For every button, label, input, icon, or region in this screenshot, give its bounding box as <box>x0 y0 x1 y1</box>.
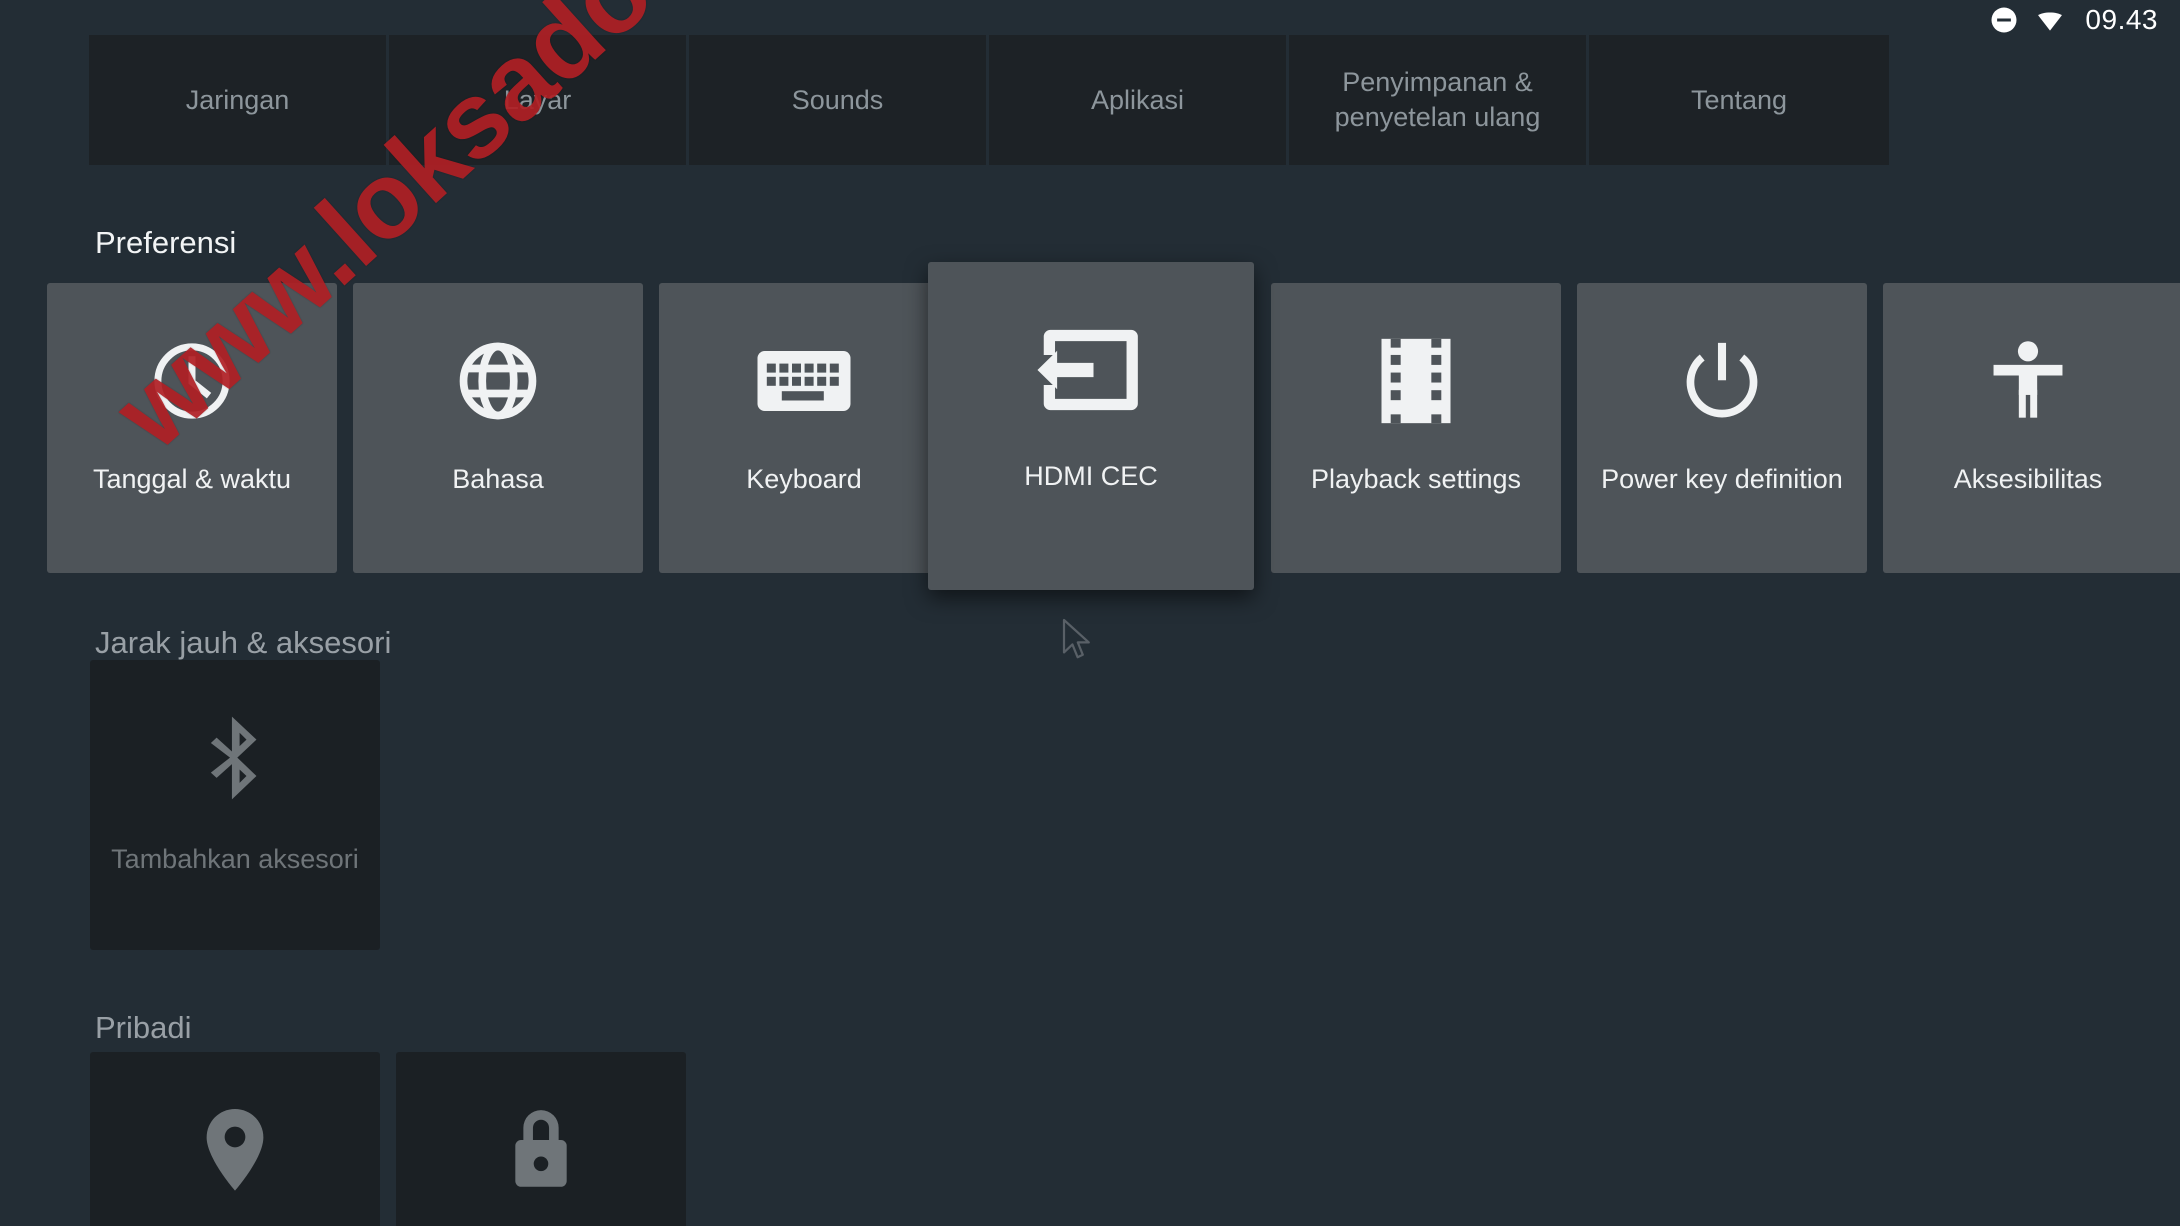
lock-icon <box>505 1104 577 1196</box>
globe-icon <box>454 335 542 427</box>
tab-label: Sounds <box>791 84 884 115</box>
accessibility-icon <box>1984 335 2072 427</box>
tab-aplikasi[interactable]: Aplikasi <box>989 35 1289 165</box>
tile-label: Tanggal & waktu <box>92 464 292 494</box>
remote-accessories-tile-row: Tambahkan aksesori <box>90 660 380 950</box>
tab-label: Layar <box>503 84 572 115</box>
film-strip-icon <box>1377 335 1455 427</box>
tile-keamanan[interactable] <box>396 1052 686 1226</box>
tile-label: Tambahkan aksesori <box>111 844 359 874</box>
tile-tanggal-waktu[interactable]: Tanggal & waktu <box>47 283 337 573</box>
tile-partial-offscreen[interactable] <box>2147 283 2180 573</box>
android-tv-settings-screen: 09.43 Jaringan Layar Sounds Aplikasi Pen… <box>0 0 2180 1226</box>
clock-time: 09.43 <box>2085 4 2158 35</box>
tile-label: HDMI CEC <box>1024 461 1158 491</box>
tile-bahasa[interactable]: Bahasa <box>353 283 643 573</box>
tile-power-key-definition[interactable]: Power key definition <box>1577 283 1867 573</box>
tab-label: Aplikasi <box>1090 84 1185 115</box>
tile-tambahkan-aksesori[interactable]: Tambahkan aksesori <box>90 660 380 950</box>
location-pin-icon <box>197 1104 273 1196</box>
tile-label: Aksesibilitas <box>1953 464 2103 494</box>
tile-label: Power key definition <box>1601 464 1843 494</box>
personal-tile-row <box>90 1052 686 1226</box>
tile-hdmi-cec[interactable]: HDMI CEC <box>928 262 1254 590</box>
clock-icon <box>148 335 236 427</box>
section-header-pribadi: Pribadi <box>95 1010 192 1045</box>
bluetooth-icon <box>197 712 273 804</box>
settings-tab-row: Jaringan Layar Sounds Aplikasi Penyimpan… <box>89 35 1889 165</box>
input-arrow-icon <box>1036 324 1146 416</box>
tile-playback-settings[interactable]: Playback settings <box>1271 283 1561 573</box>
tile-label: Playback settings <box>1310 464 1522 494</box>
status-bar: 09.43 <box>0 0 2180 40</box>
tab-penyimpanan-penyetelan-ulang[interactable]: Penyimpanan & penyetelan ulang <box>1289 35 1589 165</box>
mouse-pointer-icon <box>1062 618 1094 667</box>
wifi-icon <box>2033 5 2067 35</box>
power-icon <box>1678 335 1766 427</box>
tab-jaringan[interactable]: Jaringan <box>89 35 389 165</box>
tab-label: Penyimpanan & penyetelan ulang <box>1334 67 1541 132</box>
section-header-preferensi: Preferensi <box>95 225 237 260</box>
do-not-disturb-icon <box>1989 5 2019 35</box>
section-header-jarak-jauh-aksesori: Jarak jauh & aksesori <box>95 625 392 660</box>
tab-label: Jaringan <box>185 84 290 115</box>
tile-lokasi[interactable] <box>90 1052 380 1226</box>
tile-keyboard[interactable]: Keyboard <box>659 283 949 573</box>
tab-sounds[interactable]: Sounds <box>689 35 989 165</box>
tab-tentang[interactable]: Tentang <box>1589 35 1889 165</box>
tab-layar[interactable]: Layar <box>389 35 689 165</box>
tile-label: Bahasa <box>452 464 544 494</box>
keyboard-icon <box>756 335 852 427</box>
tile-label: Keyboard <box>746 464 862 494</box>
tab-label: Tentang <box>1690 84 1788 115</box>
tile-aksesibilitas[interactable]: Aksesibilitas <box>1883 283 2173 573</box>
